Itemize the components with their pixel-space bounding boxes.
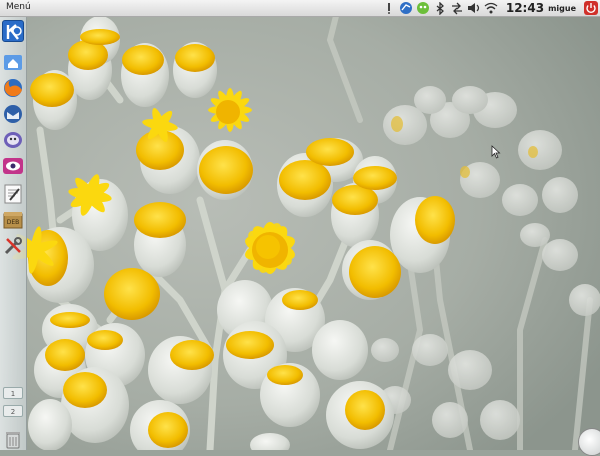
launcher-dock: DEB 1 2 [0, 17, 27, 450]
pidgin-chat-icon[interactable] [2, 129, 24, 151]
bluetooth-icon[interactable] [433, 1, 447, 15]
deb-package-icon[interactable]: DEB [2, 209, 24, 231]
workspace-1[interactable]: 1 [3, 387, 23, 399]
thunderbird-icon[interactable] [2, 103, 24, 125]
top-panel: Menú 12:43 migue [0, 0, 600, 17]
indicator-area: 12:43 migue [379, 0, 600, 16]
text-editor-icon[interactable] [2, 183, 24, 205]
firefox-icon[interactable] [2, 77, 24, 99]
menu-button[interactable]: Menú [6, 2, 31, 12]
info-icon[interactable] [382, 1, 396, 15]
volume-icon[interactable] [467, 1, 481, 15]
eye-of-gnome-icon[interactable] [2, 155, 24, 177]
kde-icon[interactable] [2, 20, 24, 42]
trash-icon[interactable] [4, 429, 22, 449]
power-icon[interactable] [584, 1, 598, 15]
svg-text:DEB: DEB [7, 219, 20, 226]
system-tools-icon[interactable] [2, 235, 24, 257]
username-label[interactable]: migue [548, 4, 576, 13]
desktop-wallpaper [0, 0, 600, 450]
home-folder-icon[interactable] [2, 51, 24, 73]
mouse-pointer-icon [491, 145, 501, 159]
browser-icon[interactable] [399, 1, 413, 15]
wifi-icon[interactable] [484, 1, 498, 15]
network-icon[interactable] [450, 1, 464, 15]
pidgin-icon[interactable] [416, 1, 430, 15]
corner-button[interactable] [578, 428, 600, 456]
clock[interactable]: 12:43 [506, 1, 544, 15]
workspace-2[interactable]: 2 [3, 405, 23, 417]
